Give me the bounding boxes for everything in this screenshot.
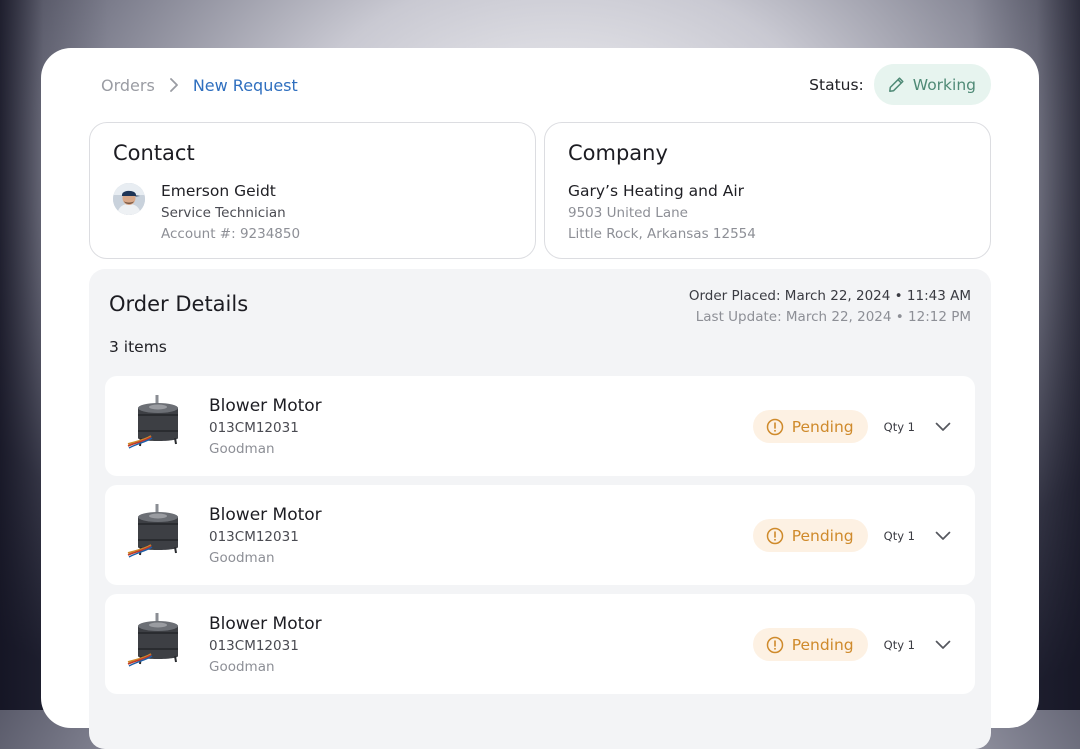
pending-status-badge: Pending [752, 628, 868, 661]
order-request-panel: Orders New Request Status: Working Conta… [41, 48, 1039, 749]
status-area: Status: Working [809, 64, 991, 105]
order-item-card[interactable]: Blower Motor 013CM12031 Goodman Pending … [105, 485, 975, 585]
blower-motor-image [127, 610, 189, 672]
contact-title: Contact [113, 141, 195, 165]
order-details-section: Order Details Order Placed: March 22, 20… [89, 269, 991, 749]
contact-account: Account #: 9234850 [161, 226, 301, 242]
contact-role: Service Technician [161, 205, 286, 221]
item-brand: Goodman [209, 441, 275, 457]
alert-circle-icon [766, 636, 784, 654]
pending-label: Pending [791, 417, 854, 436]
pending-status-badge: Pending [752, 519, 868, 552]
blower-motor-image [127, 392, 189, 454]
item-name: Blower Motor [209, 396, 322, 416]
status-label: Status: [809, 75, 864, 94]
avatar [113, 183, 145, 215]
item-count: 3 items [109, 338, 167, 356]
order-last-update: Last Update: March 22, 2024 • 12:12 PM [695, 309, 971, 325]
breadcrumb-current: New Request [192, 75, 298, 95]
pending-label: Pending [791, 526, 854, 545]
breadcrumb-orders-link[interactable]: Orders [101, 76, 155, 95]
item-name: Blower Motor [209, 614, 322, 634]
status-badge[interactable]: Working [873, 64, 991, 105]
pencil-icon [888, 76, 905, 93]
company-title: Company [568, 141, 668, 165]
alert-circle-icon [766, 527, 784, 545]
item-brand: Goodman [209, 659, 275, 675]
company-name: Gary’s Heating and Air [568, 182, 745, 200]
order-placed-date: Order Placed: March 22, 2024 • 11:43 AM [688, 288, 971, 304]
contact-name: Emerson Geidt [161, 182, 276, 200]
breadcrumb: Orders New Request [101, 74, 298, 96]
item-name: Blower Motor [209, 505, 322, 525]
blower-motor-image [127, 501, 189, 563]
order-details-title: Order Details [109, 292, 249, 316]
item-quantity: Qty 1 [883, 528, 915, 543]
company-address-line1: 9503 United Lane [568, 205, 688, 221]
chevron-down-icon[interactable] [935, 531, 951, 541]
item-quantity: Qty 1 [883, 637, 915, 652]
chevron-right-icon [169, 78, 179, 92]
order-item-card[interactable]: Blower Motor 013CM12031 Goodman Pending … [105, 594, 975, 694]
pending-status-badge: Pending [752, 410, 868, 443]
item-part-number: 013CM12031 [209, 529, 299, 545]
chevron-down-icon[interactable] [935, 422, 951, 432]
item-part-number: 013CM12031 [209, 420, 299, 436]
pending-label: Pending [791, 635, 854, 654]
order-meta: Order Placed: March 22, 2024 • 11:43 AM … [689, 286, 971, 328]
company-card: Company Gary’s Heating and Air 9503 Unit… [544, 122, 991, 259]
company-address-line2: Little Rock, Arkansas 12554 [568, 226, 756, 242]
alert-circle-icon [766, 418, 784, 436]
chevron-down-icon[interactable] [935, 640, 951, 650]
status-value: Working [912, 75, 976, 94]
order-item-card[interactable]: Blower Motor 013CM12031 Goodman Pending … [105, 376, 975, 476]
contact-card: Contact Emerson Geidt Service Technician… [89, 122, 536, 259]
item-part-number: 013CM12031 [209, 638, 299, 654]
item-brand: Goodman [209, 550, 275, 566]
item-quantity: Qty 1 [883, 419, 915, 434]
